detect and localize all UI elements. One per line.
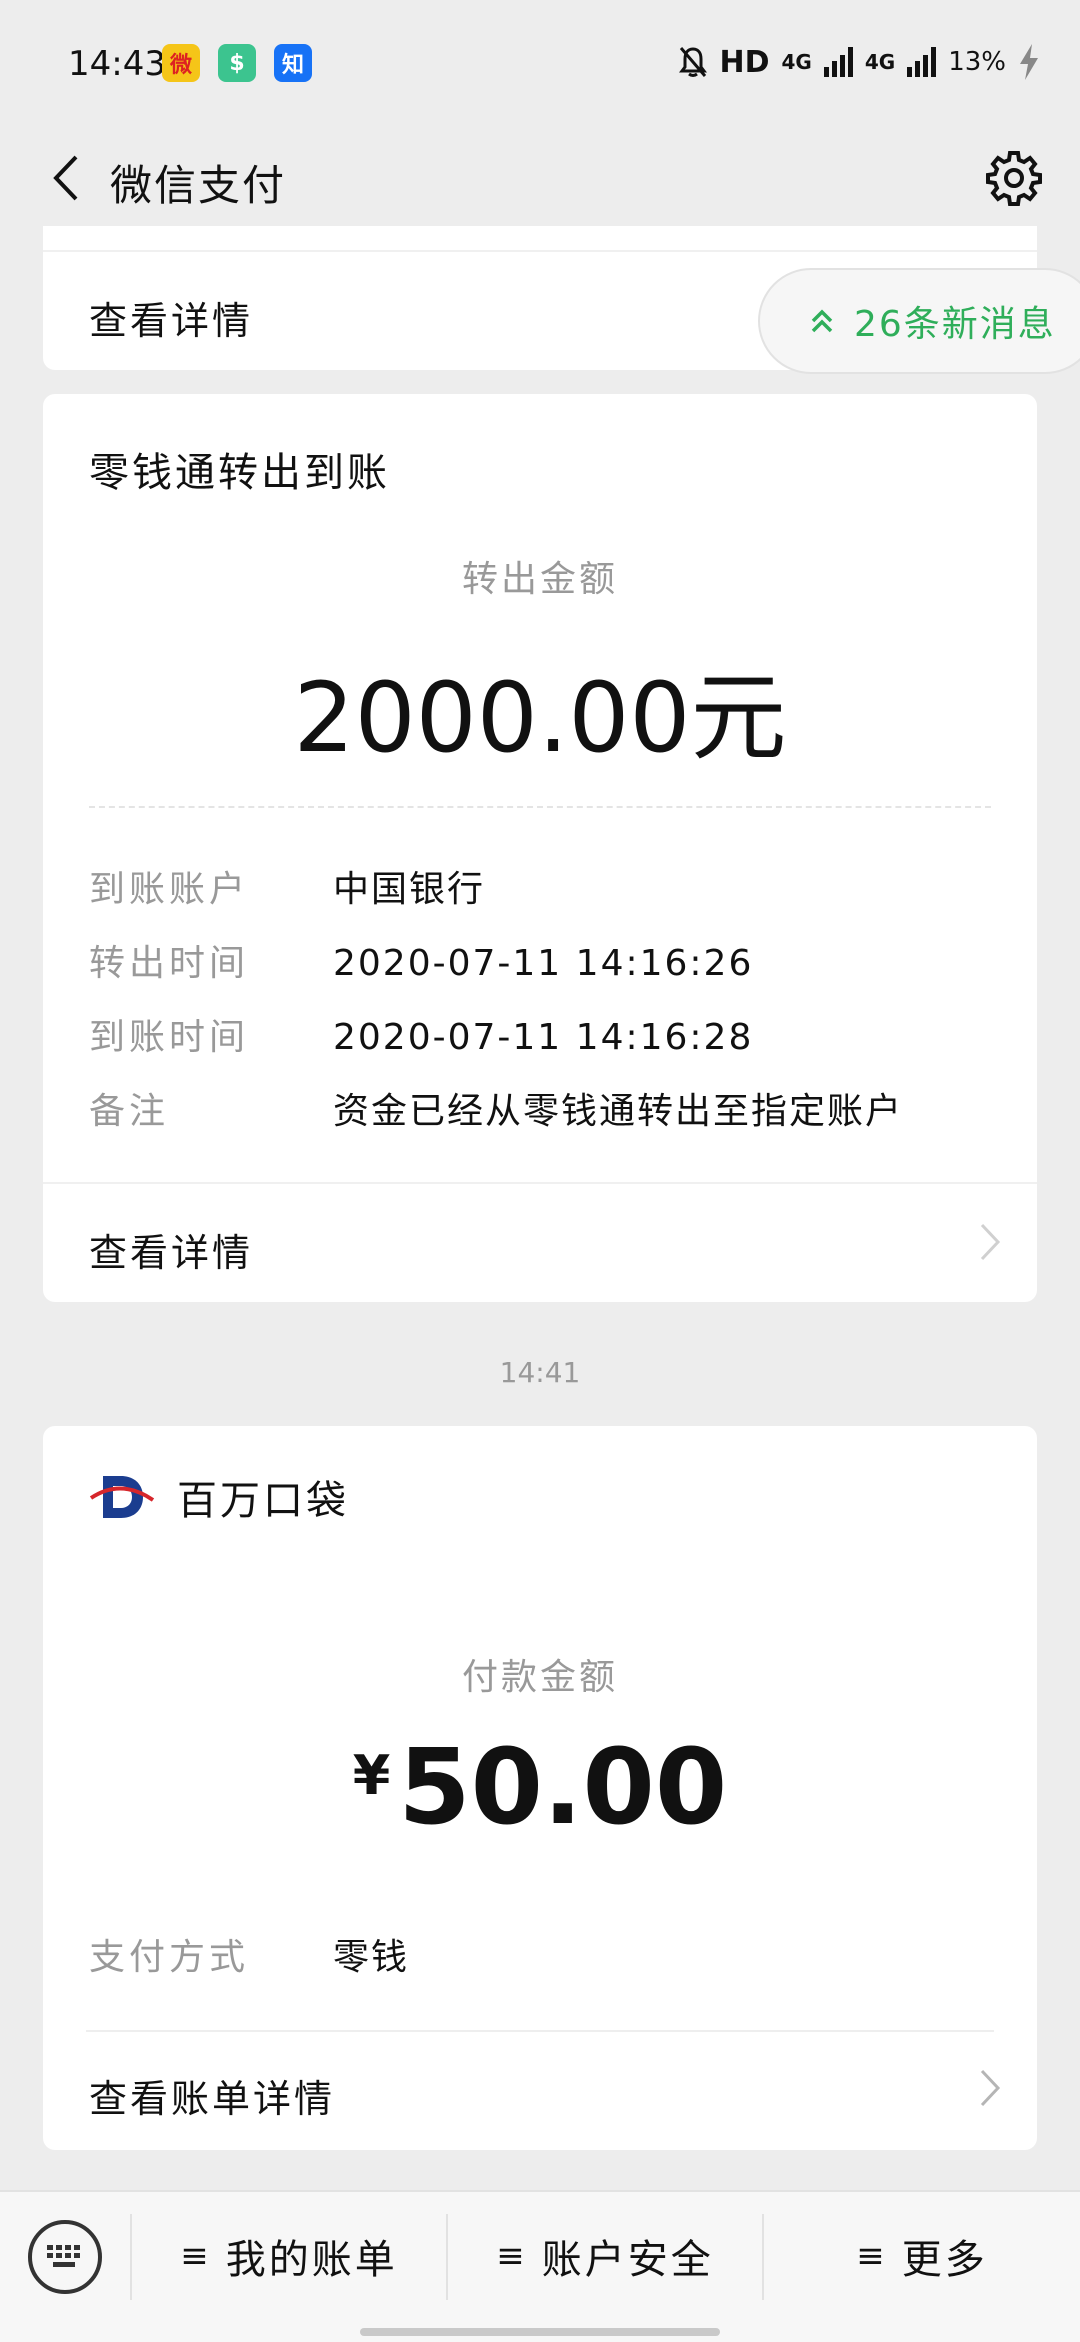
chevron-right-icon <box>980 2069 1001 2107</box>
detail-row: 备注 资金已经从零钱通转出至指定账户 <box>89 1091 904 1132</box>
menu-account-security[interactable]: ≡ 账户安全 <box>448 2192 762 2320</box>
shield-app-icon: $ <box>218 44 256 82</box>
view-bill-details-row[interactable]: 查看账单详情 <box>43 2030 1037 2148</box>
mute-bell-icon <box>678 47 707 77</box>
menu-more[interactable]: ≡ 更多 <box>764 2192 1080 2320</box>
chevron-left-icon <box>53 155 78 201</box>
menu-lines-icon: ≡ <box>496 2236 528 2276</box>
detail-row: 到账时间 2020-07-11 14:16:28 <box>89 1017 754 1058</box>
merchant-logo-icon <box>89 1476 155 1518</box>
home-indicator[interactable] <box>360 2328 720 2336</box>
transfer-amount: 2000.00元 <box>293 662 787 774</box>
payment-amount: ¥50.00 <box>43 1726 1037 1848</box>
settings-button[interactable] <box>974 130 1054 226</box>
new-messages-button[interactable]: 26条新消息 <box>758 268 1080 374</box>
payment-amount-value: 50.00 <box>398 1726 728 1848</box>
merchant-header: 百万口袋 <box>89 1468 349 1526</box>
detail-row: 转出时间 2020-07-11 14:16:26 <box>89 943 754 984</box>
double-chevron-up-icon <box>811 309 833 333</box>
net2-label: 4G <box>864 50 896 74</box>
currency-symbol: ¥ <box>352 1744 391 1807</box>
detail-row: 支付方式 零钱 <box>89 1937 410 1978</box>
zhihu-icon: 知 <box>274 44 312 82</box>
divider <box>86 2030 994 2032</box>
view-details-label: 查看详情 <box>89 1231 254 1275</box>
message-timestamp: 14:41 <box>499 1356 581 1389</box>
transfer-out-card: 零钱通转出到账 转出金额 2000.00元 到账账户 中国银行 转出时间 2020-… <box>43 394 1037 1302</box>
charging-icon <box>1020 44 1038 80</box>
status-app-icons: 微 $ 知 <box>162 44 312 82</box>
amount-label: 转出金额 <box>461 559 618 600</box>
new-messages-label: 26条新消息 <box>854 304 1056 345</box>
status-indicators: HD 4G 4G 13% <box>678 44 1041 80</box>
chevron-right-icon <box>980 1223 1001 1261</box>
bottom-menu-bar: ≡ 我的账单 ≡ 账户安全 ≡ 更多 <box>0 2190 1080 2342</box>
back-button[interactable] <box>30 130 100 226</box>
net1-label: 4G <box>781 50 812 74</box>
status-bar: 14:43 微 $ 知 HD 4G 4G 13% <box>0 0 1080 130</box>
view-details-label: 查看详情 <box>89 299 254 343</box>
view-details-row[interactable]: 查看详情 <box>43 1182 1037 1302</box>
card-title: 零钱通转出到账 <box>89 450 390 496</box>
view-bill-details-label: 查看账单详情 <box>89 2077 336 2121</box>
menu-lines-icon: ≡ <box>180 2236 212 2276</box>
keyboard-toggle-button[interactable] <box>28 2220 102 2294</box>
weibo-icon: 微 <box>162 44 200 82</box>
payment-card: 百万口袋 付款金额 ¥50.00 支付方式 零钱 查看账单详情 <box>43 1426 1037 2150</box>
dashed-divider <box>89 806 991 808</box>
detail-row: 到账账户 中国银行 <box>89 869 486 910</box>
hd-label: HD <box>719 44 770 80</box>
merchant-name: 百万口袋 <box>177 1478 349 1524</box>
page-title: 微信支付 <box>110 161 287 210</box>
signal-icon <box>823 47 853 77</box>
payment-amount-label: 付款金额 <box>461 1657 618 1698</box>
gear-icon <box>986 151 1042 206</box>
menu-lines-icon: ≡ <box>856 2236 888 2276</box>
signal-icon-2 <box>907 47 937 77</box>
nav-header: 微信支付 <box>0 130 1080 226</box>
keyboard-icon <box>47 2245 80 2267</box>
battery-percent: 13% <box>948 47 1006 77</box>
status-time: 14:43 <box>68 44 166 84</box>
menu-my-bills[interactable]: ≡ 我的账单 <box>132 2192 446 2320</box>
